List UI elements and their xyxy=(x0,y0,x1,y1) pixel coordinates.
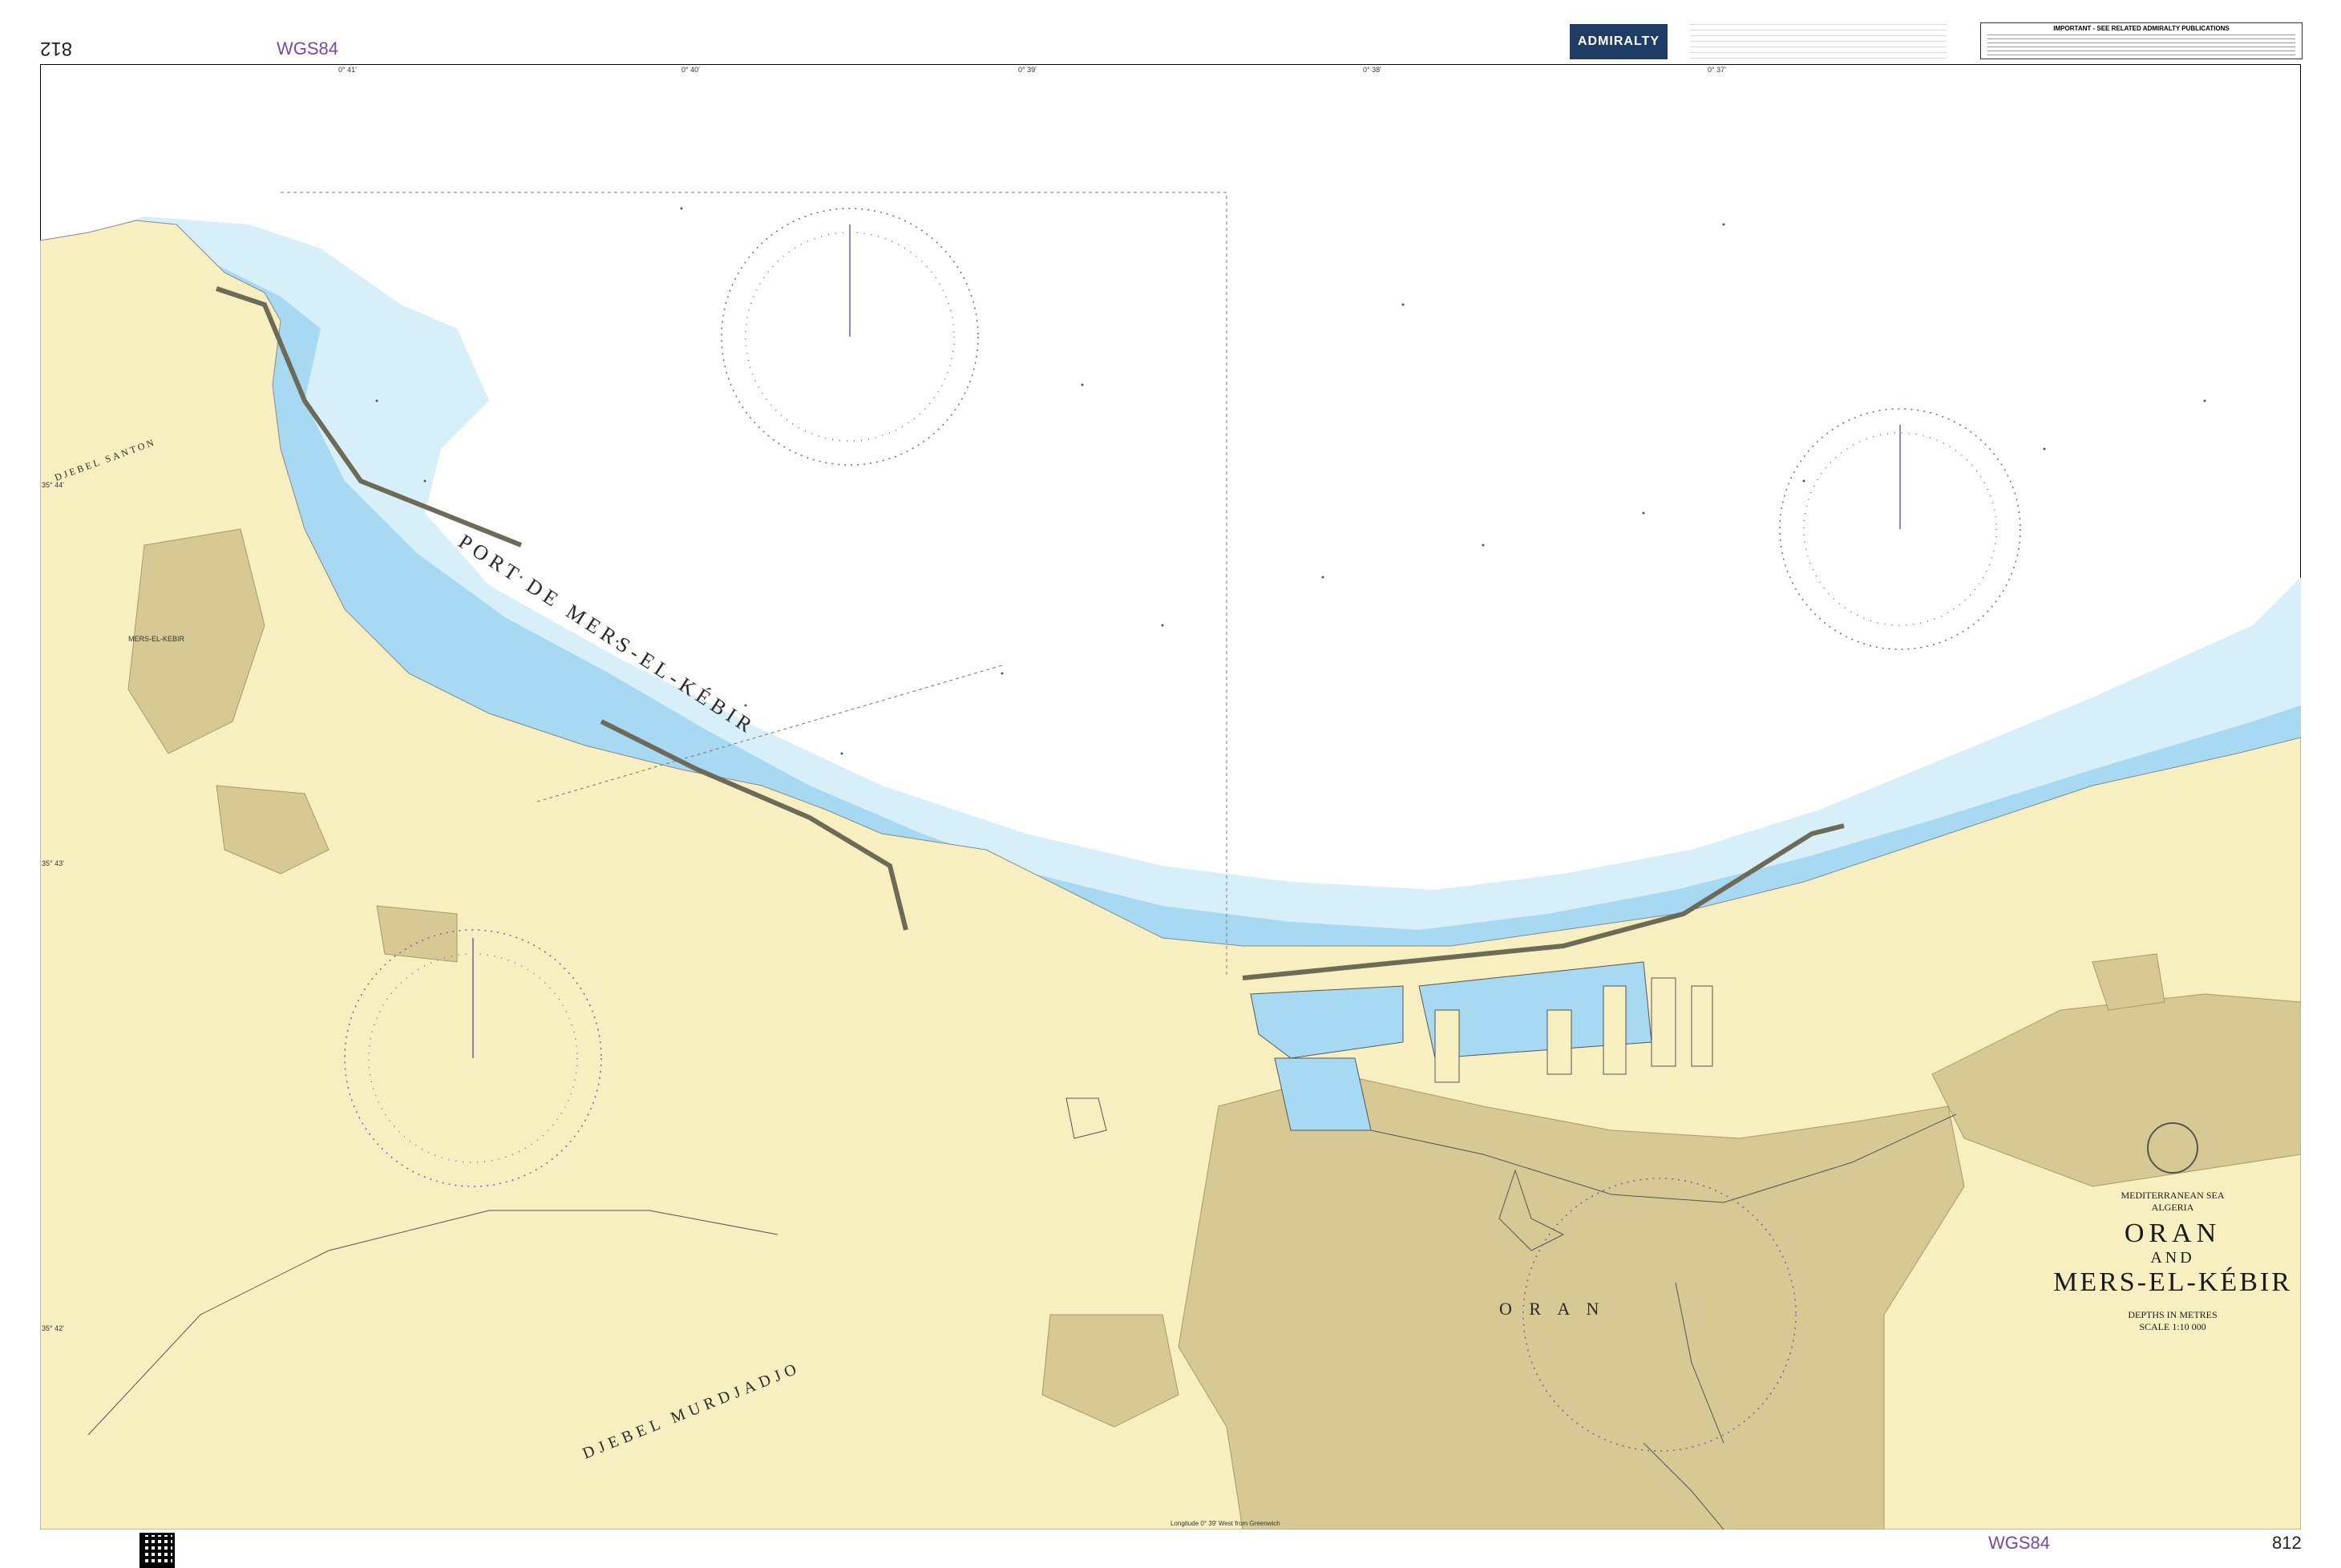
latitude-label: 35° 44' xyxy=(42,481,64,489)
longitude-note: Longitude 0° 39' West from Greenwich xyxy=(1170,1520,1280,1527)
longitude-label: 0° 37' xyxy=(1708,66,1726,74)
title-line2: AND xyxy=(2150,1249,2195,1267)
title-region: MEDITERRANEAN SEA xyxy=(2121,1190,2225,1201)
longitude-label: 0° 40' xyxy=(681,66,700,74)
admiralty-crest xyxy=(2147,1122,2198,1174)
nautical-chart[interactable]: PORT DE MERS-EL-KÉBIR O R A N MERS-EL-KE… xyxy=(39,63,2302,1530)
title-line3: MERS-EL-KÉBIR xyxy=(2053,1267,2292,1297)
related-publications-box: IMPORTANT - SEE RELATED ADMIRALTY PUBLIC… xyxy=(1980,22,2303,59)
title-country: ALGERIA xyxy=(2151,1202,2194,1213)
datum-label-bottom: WGS84 xyxy=(1988,1533,2051,1553)
longitude-label: 0° 41' xyxy=(338,66,357,74)
copyright-notes xyxy=(1690,24,1947,59)
title-cartouche: MEDITERRANEAN SEA ALGERIA ORAN AND MERS-… xyxy=(2052,1122,2293,1333)
important-notice: IMPORTANT - SEE RELATED ADMIRALTY PUBLIC… xyxy=(2053,25,2230,32)
chart-number-bottom: 812 xyxy=(2272,1533,2302,1553)
longitude-label: 0° 38' xyxy=(1363,66,1381,74)
latitude-label: 35° 43' xyxy=(42,859,64,867)
city-label: O R A N xyxy=(1499,1299,1605,1319)
chart-svg: PORT DE MERS-EL-KÉBIR O R A N MERS-EL-KE… xyxy=(39,63,2302,1530)
qr-code xyxy=(139,1533,175,1568)
longitude-label: 0° 39' xyxy=(1018,66,1037,74)
latitude-label: 35° 42' xyxy=(42,1324,64,1332)
datum-label-top: WGS84 xyxy=(277,38,339,59)
title-depths: DEPTHS IN METRES xyxy=(2128,1309,2218,1320)
chart-number-rotated: 812 xyxy=(40,38,73,59)
title-line1: ORAN xyxy=(2124,1218,2222,1248)
admiralty-brand: ADMIRALTY xyxy=(1577,34,1660,48)
town-label: MERS-EL-KEBIR xyxy=(128,635,185,643)
admiralty-logo: ADMIRALTY xyxy=(1570,24,1668,59)
title-scale: SCALE 1:10 000 xyxy=(2139,1321,2206,1332)
